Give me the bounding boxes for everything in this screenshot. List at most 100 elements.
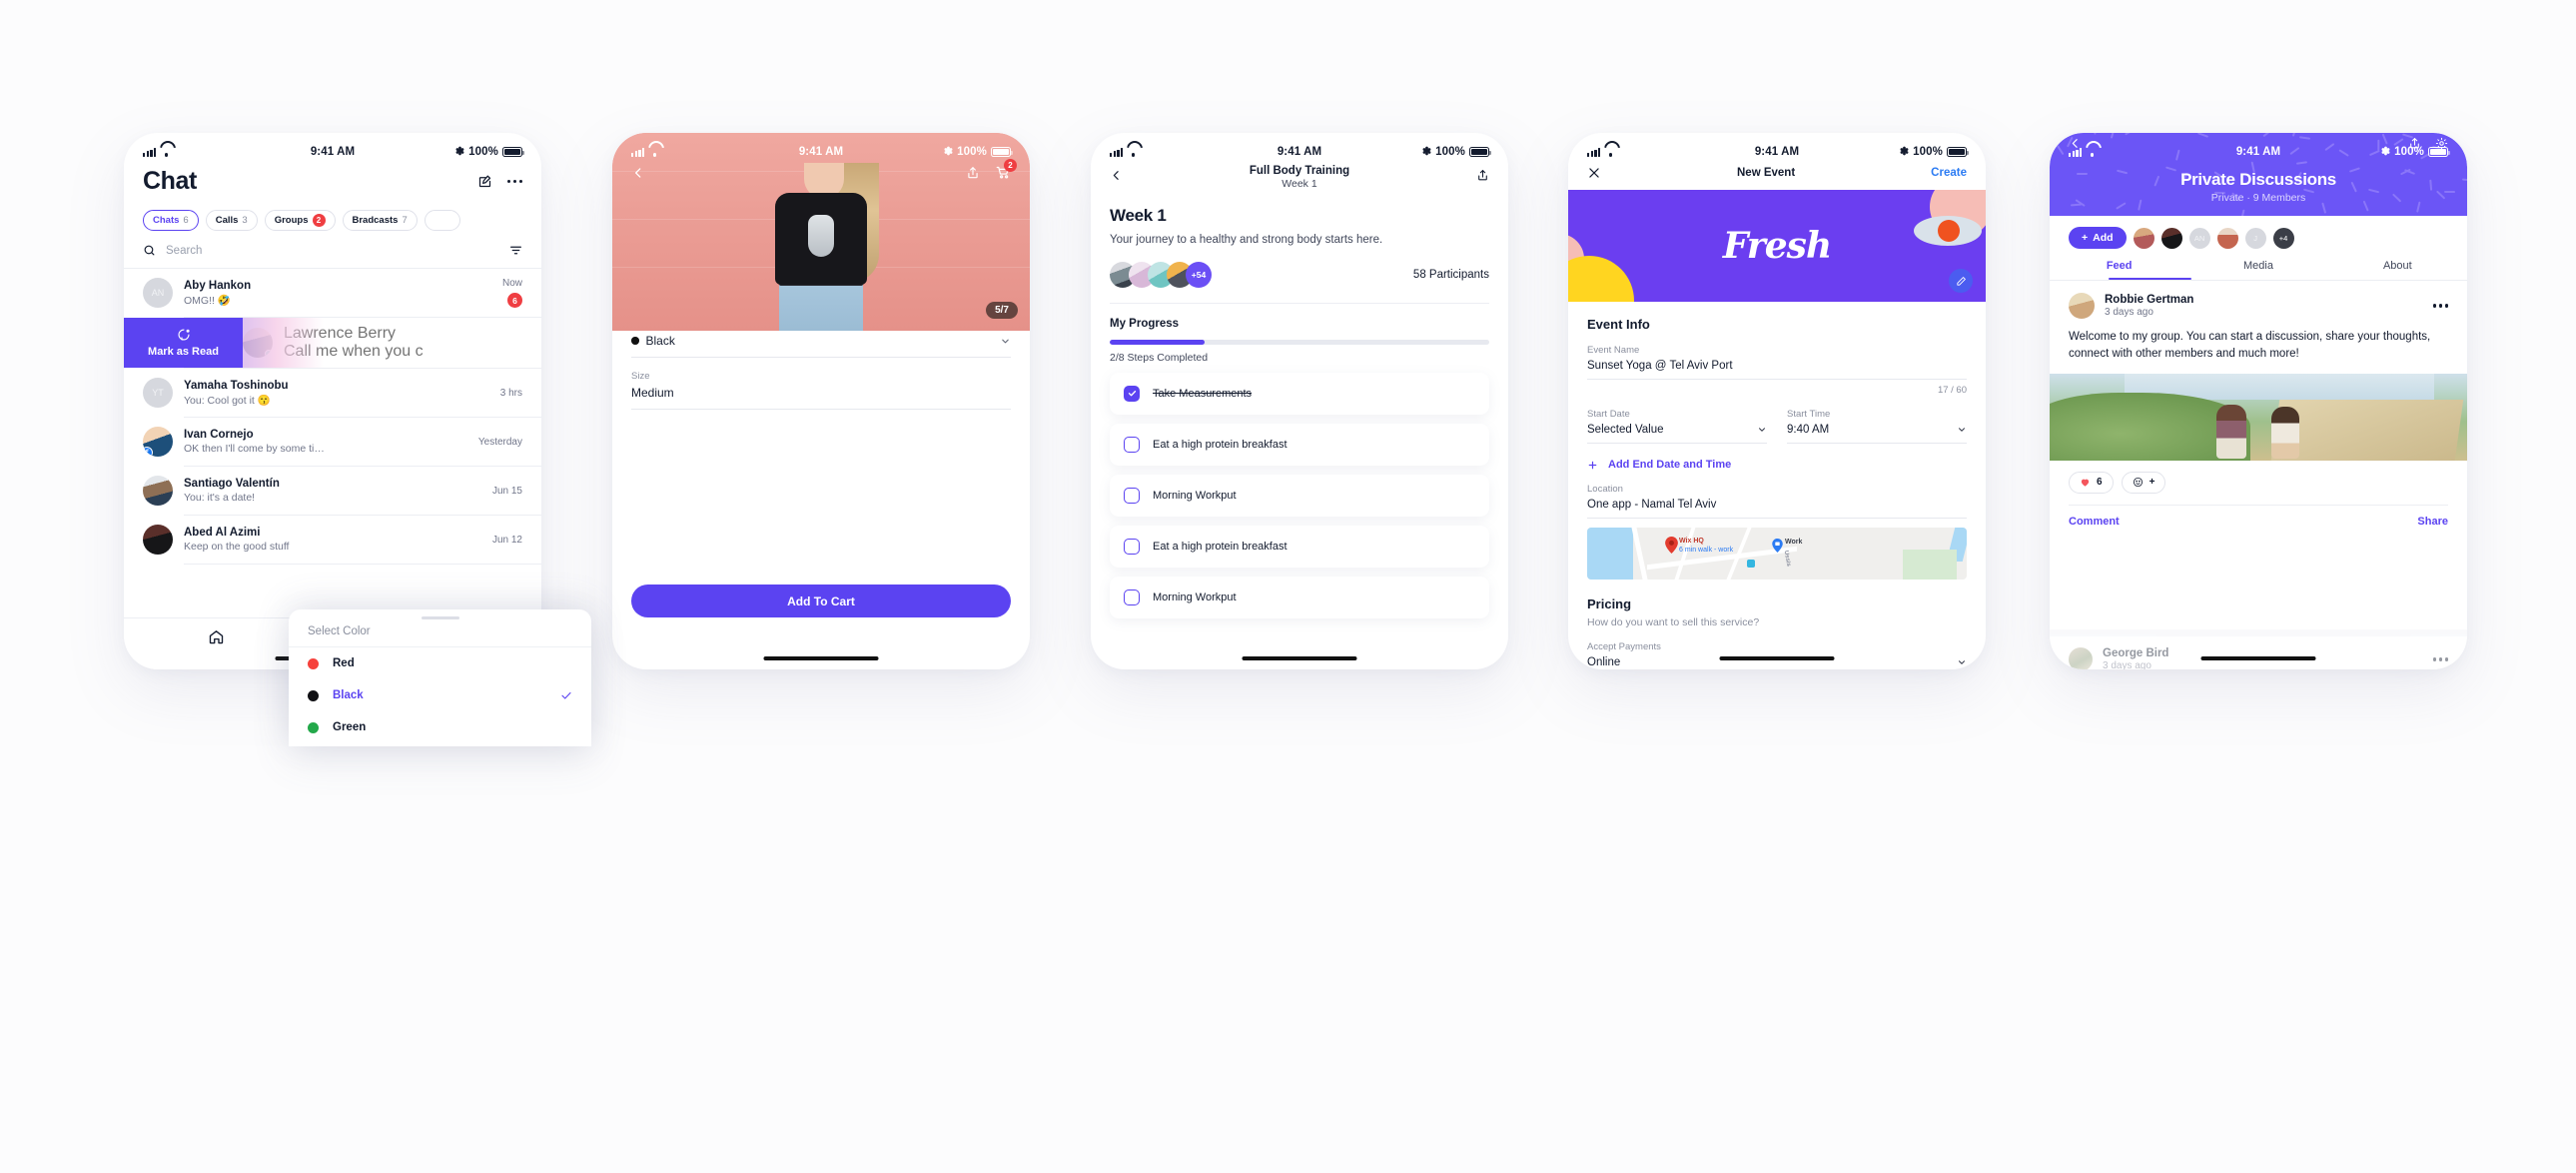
color-option-black[interactable]: Black [289,679,591,711]
tab-feed[interactable]: Feed [2050,260,2188,280]
event-nav: New Event Create [1568,163,1986,180]
timestamp: Now [501,278,522,289]
search-input[interactable]: Search [166,245,499,257]
color-swatch-icon [631,337,639,345]
feed-post: Robbie Gertman 3 days ago Welcome to my … [2050,281,2467,364]
avatar-initials: J [2253,233,2257,243]
size-select[interactable]: Size Medium [631,358,1011,410]
avatar: f [143,427,173,457]
chip-count: 6 [183,215,189,226]
share-button[interactable]: Share [2417,516,2448,528]
add-end-date-button[interactable]: Add End Date and Time [1568,444,1986,471]
create-button[interactable]: Create [1931,167,1967,179]
unread-badge: 6 [507,293,522,308]
avatar[interactable] [2133,227,2154,249]
avatar[interactable]: AN [2188,227,2210,249]
comment-button[interactable]: Comment [2069,516,2120,528]
post-image[interactable] [2050,373,2467,461]
task-label: Morning Workput [1153,489,1237,502]
field-underline [1587,518,1967,519]
post-author: George Bird [2103,647,2169,659]
start-date-field[interactable]: Start Date Selected Value [1587,396,1767,444]
timestamp: Jun 12 [491,534,522,546]
location-map[interactable]: Wix HQ 6 min walk - work Work Ussis [1587,528,1967,580]
add-member-button[interactable]: + Add [2069,227,2127,249]
page-title: Chat [143,167,197,195]
share-icon[interactable] [1476,165,1489,182]
chevron-down-icon [1957,657,1967,667]
compose-icon[interactable] [477,174,492,189]
location-field[interactable]: Location One app - Namal Tel Aviv [1568,484,1986,519]
checkbox-checked-icon[interactable] [1124,385,1140,402]
avatar[interactable] [2069,293,2095,319]
chip-overflow[interactable] [424,210,460,231]
tab-home[interactable] [208,628,225,645]
chevron-down-icon [1957,425,1967,435]
participants-row: +54 58 Participants [1091,249,1508,288]
close-icon[interactable] [1587,166,1601,180]
event-cover-image: Fresh [1568,190,1986,302]
add-to-cart-button[interactable]: Add To Cart [631,585,1011,617]
participant-avatars[interactable]: +54 [1110,261,1212,288]
color-option-green[interactable]: Green [289,711,591,743]
tab-about[interactable]: About [2328,260,2467,280]
chip-groups[interactable]: Groups 2 [264,210,336,231]
search-bar[interactable]: Search [124,231,541,268]
task-item[interactable]: Eat a high protein breakfast [1110,525,1489,568]
avatar[interactable]: J [2244,227,2266,249]
post-more-icon[interactable] [2433,657,2448,661]
phone-mockup-chat: 9:41 AM ✽ 100% Chat Chats 6 Calls 3 Grou… [124,133,541,669]
add-reaction-button[interactable]: + [2121,471,2166,494]
chip-chats[interactable]: Chats 6 [143,210,199,231]
row-divider [184,564,541,565]
list-item[interactable]: Abed Al Azimi Keep on the good stuff Jun… [124,516,541,564]
post-more-icon[interactable] [2433,304,2448,308]
list-item[interactable]: Santiago Valentín You: it's a date! Jun … [124,467,541,515]
wifi-icon [648,148,660,157]
avatar[interactable] [2160,227,2182,249]
checkbox-icon[interactable] [1124,588,1140,605]
back-icon[interactable] [631,166,645,180]
avatar-more[interactable]: +4 [2272,227,2294,249]
list-item[interactable]: AN Aby Hankon OMG!! 🤣 Now 6 [124,269,541,317]
edit-cover-button[interactable] [1949,269,1973,293]
status-signal [1110,147,1139,157]
product-nav: 2 [612,159,1030,180]
screen-new-event: 9:41 AM ✽ 100% New Event Create Fresh Ev… [1568,133,1986,669]
field-value: 9:40 AM [1787,424,1830,436]
back-icon[interactable] [1110,165,1123,182]
chat-list: AN Aby Hankon OMG!! 🤣 Now 6 Lawrence Ber… [124,269,541,565]
start-time-field[interactable]: Start Time 9:40 AM [1787,396,1967,444]
checkbox-icon[interactable] [1124,538,1140,555]
list-item[interactable]: YT Yamaha Toshinobu You: Cool got it 😙 3… [124,369,541,417]
share-icon[interactable] [966,166,980,180]
cart-button[interactable]: 2 [996,159,1017,180]
task-label: Take Measurements [1153,387,1253,400]
chip-calls[interactable]: Calls 3 [205,210,258,231]
list-item-swiped[interactable]: Lawrence Berry Call me when you c Mark a… [124,318,541,368]
home-indicator [1242,655,1357,660]
tab-media[interactable]: Media [2188,260,2327,280]
avatar [143,476,173,506]
more-options-icon[interactable] [507,179,522,184]
accept-payments-field[interactable]: Accept Payments Online [1568,641,1986,668]
field-value: Sunset Yoga @ Tel Aviv Port [1587,360,1733,372]
feed-post-next[interactable]: George Bird 3 days ago [2050,629,2467,669]
checkbox-icon[interactable] [1124,436,1140,453]
like-button[interactable]: 6 [2069,471,2114,494]
checkbox-icon[interactable] [1124,487,1140,504]
color-option-red[interactable]: Red [289,647,591,679]
avatar[interactable] [2216,227,2238,249]
filter-icon[interactable] [509,244,522,257]
list-item[interactable]: f Ivan Cornejo OK then I'll come by some… [124,418,541,466]
task-item[interactable]: Morning Workput [1110,474,1489,517]
image-counter: 5/7 [986,302,1018,319]
task-label: Eat a high protein breakfast [1153,540,1288,553]
map-pin-work-icon [1772,539,1783,553]
task-item[interactable]: Take Measurements [1110,372,1489,415]
task-item[interactable]: Morning Workput [1110,576,1489,618]
mark-as-read-button[interactable]: Mark as Read [124,318,243,368]
event-name-field[interactable]: Event Name Sunset Yoga @ Tel Aviv Port 1… [1587,345,1967,396]
task-item[interactable]: Eat a high protein breakfast [1110,423,1489,466]
chip-bradcasts[interactable]: Bradcasts 7 [342,210,418,231]
